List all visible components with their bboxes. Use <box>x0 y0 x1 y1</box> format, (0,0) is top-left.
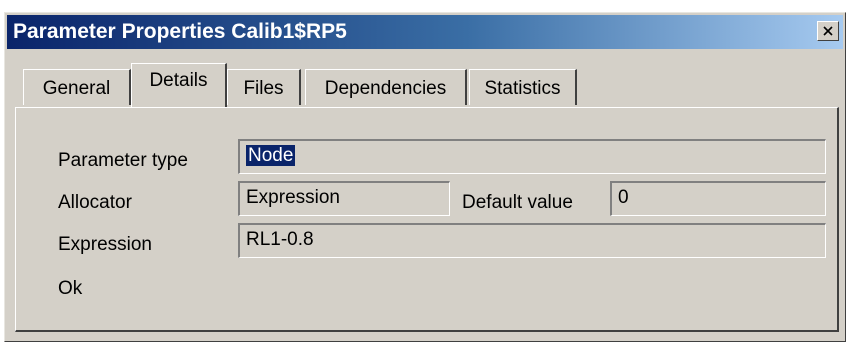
tab-dependencies[interactable]: Dependencies <box>305 69 467 105</box>
close-button[interactable] <box>817 21 839 41</box>
status-text: Ok <box>58 278 83 299</box>
expression-value: RL1-0.8 <box>246 229 314 250</box>
parameter-type-field[interactable]: Node <box>238 139 826 174</box>
close-icon <box>823 26 833 36</box>
parameter-properties-dialog: Parameter Properties Calib1$RP5 General … <box>4 12 846 342</box>
allocator-value: Expression <box>246 187 340 208</box>
allocator-field[interactable]: Expression <box>238 181 450 216</box>
expression-label: Expression <box>58 234 152 255</box>
parameter-type-label: Parameter type <box>58 150 188 171</box>
tab-statistics[interactable]: Statistics <box>469 69 577 105</box>
parameter-type-value: Node <box>246 145 296 166</box>
default-value-field[interactable]: 0 <box>610 181 826 216</box>
expression-field[interactable]: RL1-0.8 <box>238 223 826 258</box>
tab-strip: General Details Files Dependencies Stati… <box>15 63 635 109</box>
details-panel: Parameter type Node Allocator Expression… <box>15 107 839 332</box>
default-value-label: Default value <box>462 192 573 213</box>
default-value-value: 0 <box>618 187 629 208</box>
title-bar[interactable]: Parameter Properties Calib1$RP5 <box>7 15 843 49</box>
tab-general[interactable]: General <box>23 69 131 105</box>
allocator-label: Allocator <box>58 192 132 213</box>
window-title: Parameter Properties Calib1$RP5 <box>13 20 347 43</box>
tab-files[interactable]: Files <box>227 69 301 105</box>
tab-details[interactable]: Details <box>131 63 227 107</box>
